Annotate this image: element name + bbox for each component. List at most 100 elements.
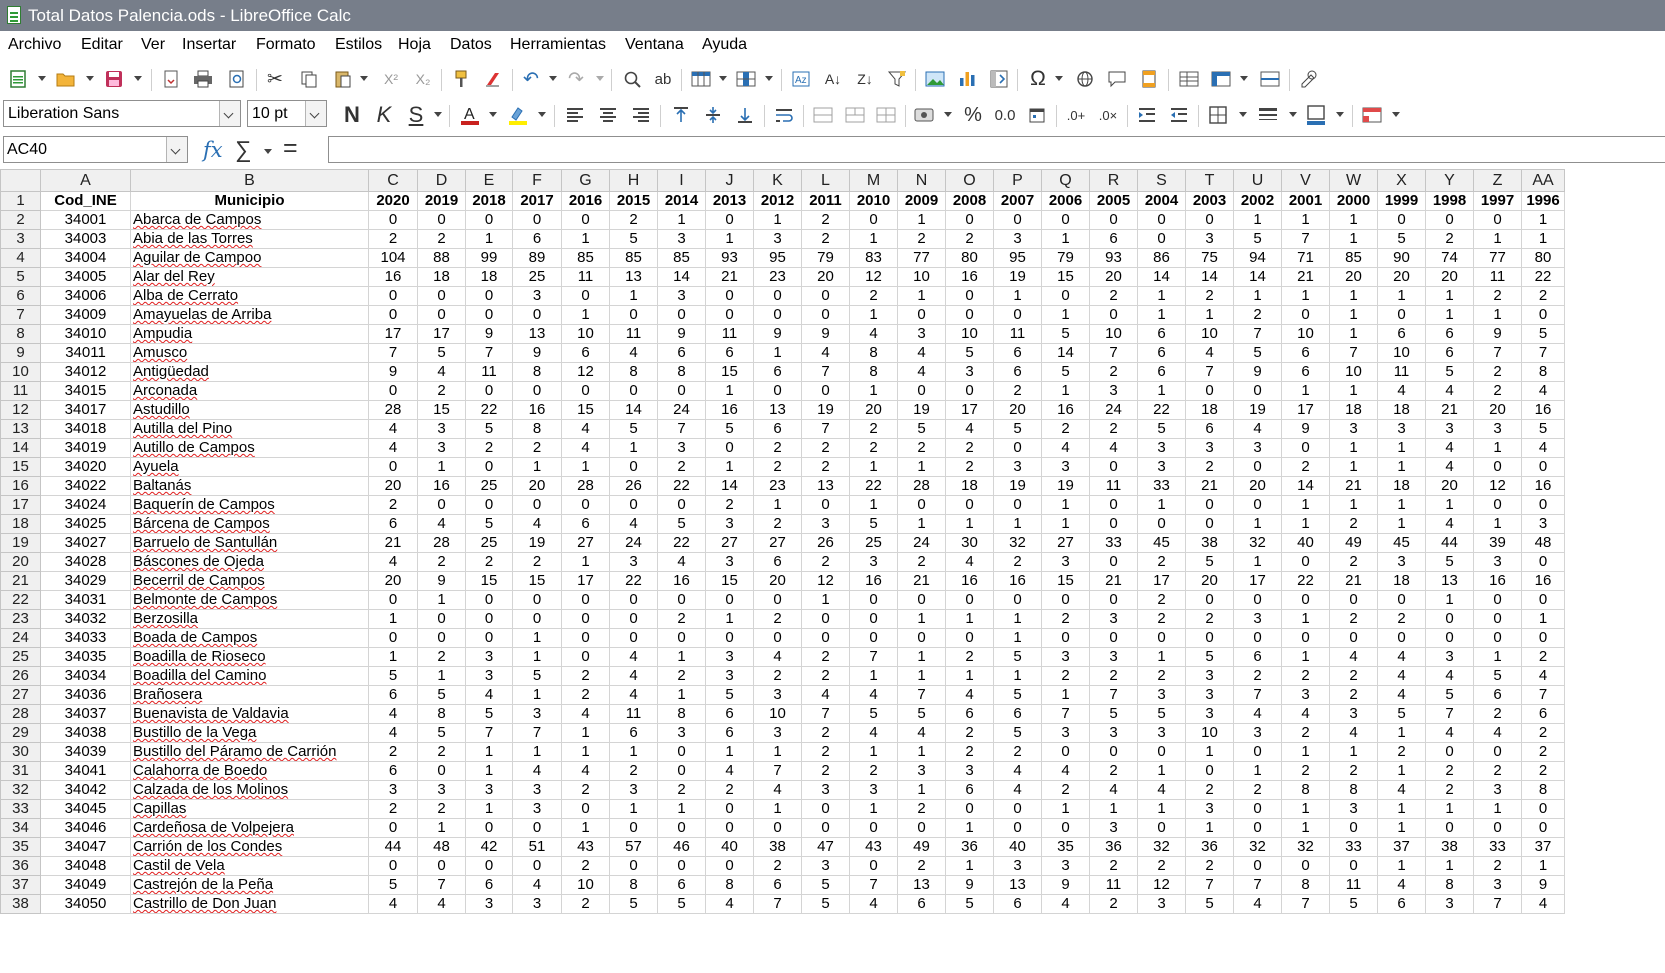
cell-value[interactable]: 0	[609, 856, 658, 876]
cell-value[interactable]: 5	[1137, 704, 1186, 724]
cell-value[interactable]: 8	[1329, 780, 1378, 800]
cell-value[interactable]: 19	[993, 267, 1042, 287]
cell-value[interactable]: 6	[657, 875, 706, 895]
cell-value[interactable]: 0	[1329, 590, 1378, 610]
cell-value[interactable]: 0	[512, 609, 562, 629]
cell-value[interactable]: 4	[417, 514, 466, 534]
cell-value[interactable]: 0	[1521, 495, 1565, 515]
cell-value[interactable]: 7	[1089, 685, 1138, 705]
cell-value[interactable]: 9	[657, 324, 706, 344]
cell-value[interactable]: 3	[705, 552, 754, 572]
cell-value[interactable]: 1	[1329, 381, 1378, 401]
cell-value[interactable]: 57	[609, 837, 658, 857]
cell-value[interactable]: 7	[368, 343, 418, 363]
row-header[interactable]: 7	[0, 305, 41, 325]
cell-value[interactable]: 1	[1233, 761, 1282, 781]
cell-value[interactable]: 6	[512, 229, 562, 249]
cell-value[interactable]: 2	[1041, 609, 1090, 629]
cell-value[interactable]: 17	[1233, 571, 1282, 591]
cell-value[interactable]: 1	[1329, 286, 1378, 306]
row-header[interactable]: 25	[0, 647, 41, 667]
column-header[interactable]: E	[465, 169, 513, 192]
cell-value[interactable]: 79	[1041, 248, 1090, 268]
cell-value[interactable]: 1	[1425, 799, 1474, 819]
cell-value[interactable]: 0	[1377, 305, 1426, 325]
row-header[interactable]: 2	[0, 210, 41, 230]
cell-value[interactable]: 0	[1089, 628, 1138, 648]
cell-value[interactable]: 3	[1137, 457, 1186, 477]
cell-value[interactable]: 1	[849, 305, 898, 325]
cell-value[interactable]: 6	[945, 780, 994, 800]
cell-value[interactable]: 2	[368, 799, 418, 819]
cell-value[interactable]: 10	[1185, 324, 1234, 344]
underline-dropdown-icon[interactable]	[434, 112, 442, 117]
cell-municipio[interactable]: Castrillo de Don Juan	[130, 894, 369, 914]
cell-value[interactable]: 0	[1041, 210, 1090, 230]
cell-value[interactable]: 0	[657, 761, 706, 781]
cell-value[interactable]: 7	[512, 723, 562, 743]
cell-value[interactable]: 10	[897, 267, 946, 287]
column-header[interactable]: I	[657, 169, 706, 192]
cell-value[interactable]: 4	[849, 685, 898, 705]
redo-dropdown-icon[interactable]	[596, 76, 604, 81]
cell-value[interactable]: 0	[417, 628, 466, 648]
cell-cod-ine[interactable]: 34019	[40, 438, 131, 458]
cell-value[interactable]: 1	[945, 514, 994, 534]
cell-value[interactable]: 1	[705, 229, 754, 249]
cell-value[interactable]: 0	[657, 742, 706, 762]
cell-value[interactable]: 1	[657, 647, 706, 667]
cell-value[interactable]: 6	[1521, 704, 1565, 724]
cell-value[interactable]: 4	[368, 419, 418, 439]
cell-value[interactable]: 2	[1185, 286, 1234, 306]
cell-municipio[interactable]: Amusco	[130, 343, 369, 363]
cell-value[interactable]: 3	[609, 552, 658, 572]
cell-value[interactable]: 9	[1521, 875, 1565, 895]
cell-value[interactable]: 5	[417, 723, 466, 743]
cell-value[interactable]: 1	[753, 343, 802, 363]
select-all-corner[interactable]	[0, 169, 41, 192]
cell-value[interactable]: 49	[897, 837, 946, 857]
cell-value[interactable]: 1	[609, 438, 658, 458]
cell-value[interactable]: 5	[945, 343, 994, 363]
header-cell[interactable]: Municipio	[130, 191, 369, 211]
undo-dropdown-icon[interactable]	[549, 76, 557, 81]
cell-value[interactable]: 1	[1041, 495, 1090, 515]
cell-value[interactable]: 94	[1233, 248, 1282, 268]
cell-value[interactable]: 18	[1377, 571, 1426, 591]
cell-municipio[interactable]: Barruelo de Santullán	[130, 533, 369, 553]
cell-value[interactable]: 24	[657, 400, 706, 420]
cell-value[interactable]: 6	[368, 514, 418, 534]
cell-value[interactable]: 1	[993, 628, 1042, 648]
cell-value[interactable]: 4	[1377, 875, 1426, 895]
cell-value[interactable]: 85	[609, 248, 658, 268]
cell-value[interactable]: 1	[1521, 210, 1565, 230]
cell-value[interactable]: 0	[657, 305, 706, 325]
column-header[interactable]: AA	[1521, 169, 1565, 192]
cell-value[interactable]: 3	[801, 856, 850, 876]
cell-value[interactable]: 1	[993, 286, 1042, 306]
row-header[interactable]: 18	[0, 514, 41, 534]
cell-value[interactable]: 3	[753, 723, 802, 743]
cell-value[interactable]: 0	[849, 856, 898, 876]
cell-value[interactable]: 10	[1329, 362, 1378, 382]
cell-value[interactable]: 8	[609, 875, 658, 895]
cell-value[interactable]: 2	[609, 761, 658, 781]
cell-value[interactable]: 1	[849, 229, 898, 249]
column-header[interactable]: C	[368, 169, 418, 192]
cell-value[interactable]: 16	[945, 571, 994, 591]
cell-value[interactable]: 37	[1377, 837, 1426, 857]
cell-value[interactable]: 0	[368, 286, 418, 306]
cell-cod-ine[interactable]: 34006	[40, 286, 131, 306]
cell-value[interactable]: 38	[753, 837, 802, 857]
cell-value[interactable]: 19	[1233, 400, 1282, 420]
cell-value[interactable]: 5	[609, 419, 658, 439]
cell-value[interactable]: 4	[512, 514, 562, 534]
cell-value[interactable]: 3	[1089, 723, 1138, 743]
cell-cod-ine[interactable]: 34024	[40, 495, 131, 515]
cell-value[interactable]: 0	[1185, 495, 1234, 515]
cell-value[interactable]: 2	[1089, 856, 1138, 876]
cell-value[interactable]: 75	[1185, 248, 1234, 268]
cell-value[interactable]: 3	[465, 666, 513, 686]
cell-value[interactable]: 1	[657, 210, 706, 230]
increase-indent-icon[interactable]	[1134, 102, 1160, 128]
